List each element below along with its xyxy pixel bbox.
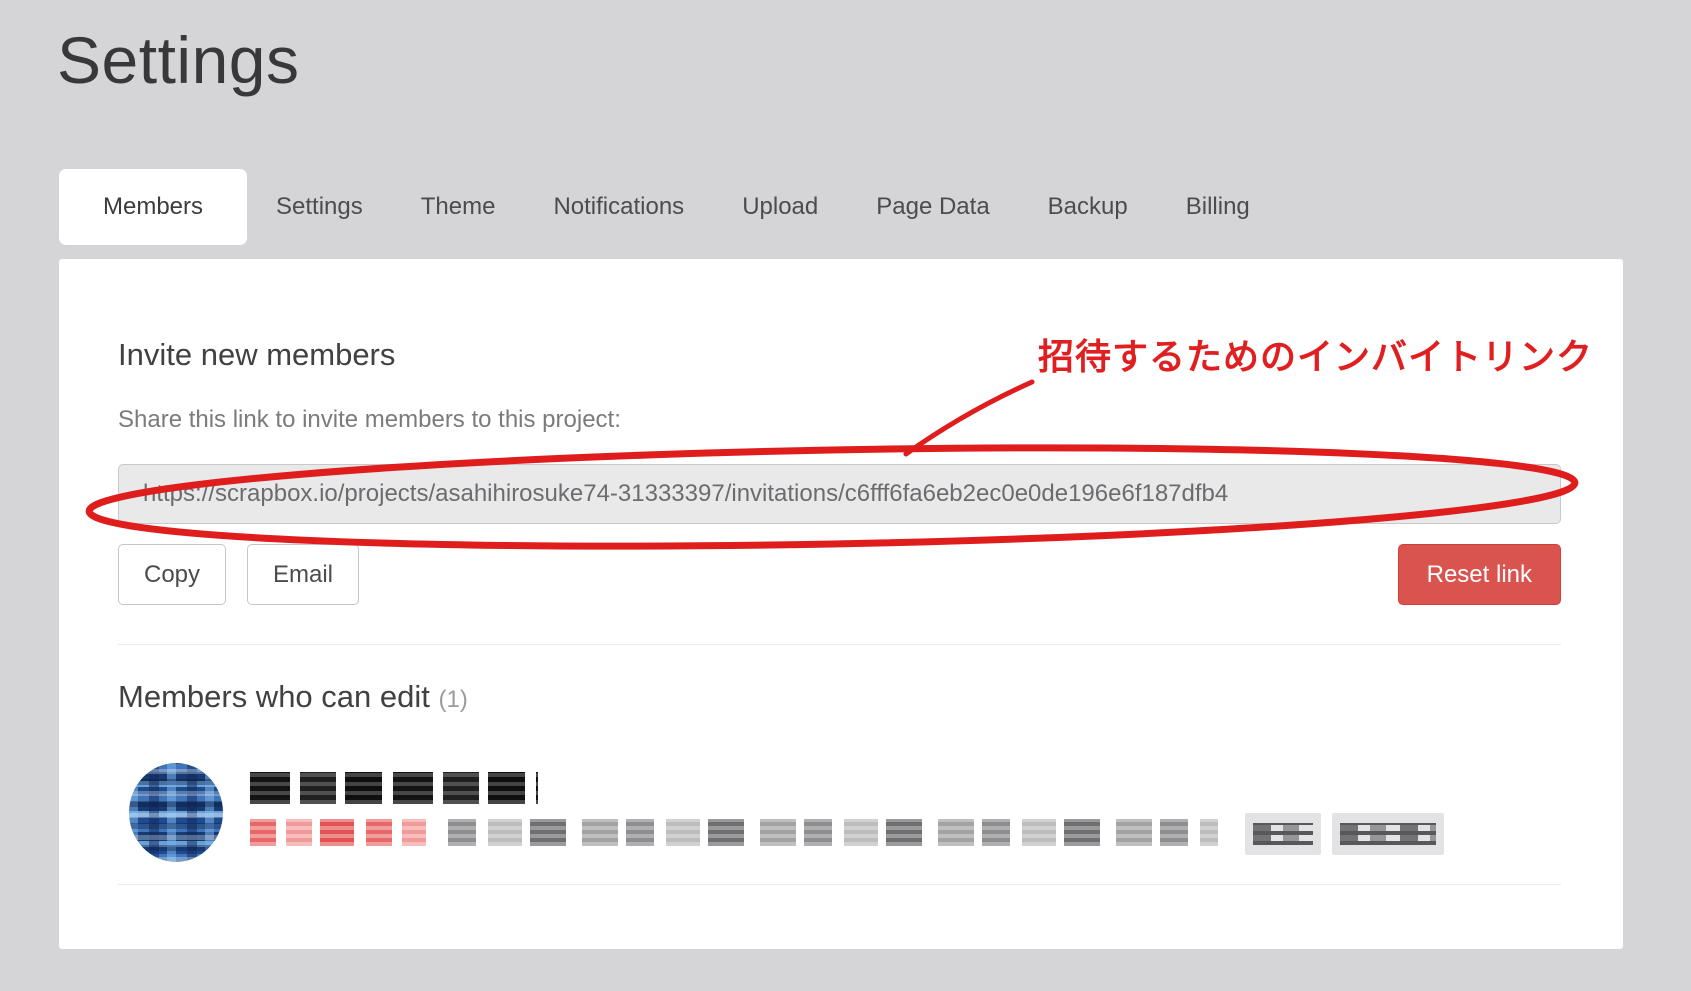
members-heading-label: Members who can edit (118, 679, 430, 714)
invite-description: Share this link to invite members to thi… (118, 406, 621, 434)
members-count: (1) (439, 686, 468, 713)
tab-settings[interactable]: Settings (247, 169, 392, 245)
tab-notifications[interactable]: Notifications (524, 169, 713, 245)
tab-backup[interactable]: Backup (1019, 169, 1157, 245)
redacted-badge-content (1340, 823, 1436, 845)
annotation-text: 招待するためのインバイトリンク (1038, 328, 1593, 380)
invite-heading: Invite new members (118, 337, 395, 373)
redacted-member-email (250, 819, 426, 846)
member-avatar (129, 763, 223, 862)
members-heading: Members who can edit (1) (118, 679, 468, 715)
member-row (118, 757, 1561, 867)
redacted-badge (1245, 813, 1321, 855)
invite-link-input[interactable] (118, 464, 1561, 524)
reset-link-button[interactable]: Reset link (1398, 544, 1561, 605)
redacted-member-name (250, 772, 538, 804)
redacted-badge-content (1253, 823, 1313, 845)
tab-billing[interactable]: Billing (1157, 169, 1279, 245)
tab-members[interactable]: Members (59, 169, 247, 245)
redacted-member-details (448, 819, 1218, 846)
tab-upload[interactable]: Upload (713, 169, 847, 245)
section-divider (118, 644, 1561, 645)
copy-button[interactable]: Copy (118, 544, 226, 605)
tab-bar: Members Settings Theme Notifications Upl… (59, 169, 1279, 245)
email-button[interactable]: Email (247, 544, 359, 605)
tab-page-data[interactable]: Page Data (847, 169, 1018, 245)
page-title: Settings (57, 22, 299, 98)
member-row-divider (118, 884, 1561, 885)
settings-page: Settings Members Settings Theme Notifica… (0, 0, 1691, 991)
tab-theme[interactable]: Theme (392, 169, 525, 245)
redacted-badge (1332, 813, 1444, 855)
